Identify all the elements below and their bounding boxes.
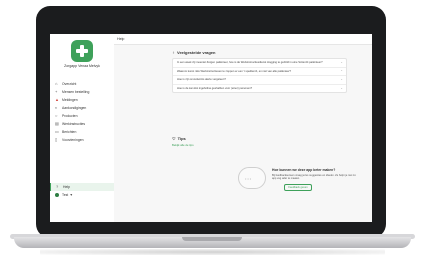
chevron-down-icon: ⌄ — [340, 76, 343, 81]
sidebar-bottom: ? Help Test ▾ — [50, 183, 114, 199]
faq-item[interactable]: Waarom kunst niks Werkinstructiesen te z… — [173, 68, 346, 77]
sidebar-item-meldingen[interactable]: ▲ Meldingen — [53, 96, 113, 104]
faq-title: Veelgestelde vragen — [177, 50, 216, 55]
sidebar: Zorgapp Venaa Melvyk ⌂ Overzicht + Mense… — [50, 34, 115, 222]
faq-item[interactable]: Hoe is de kan kist ingefuiline geshalben… — [173, 85, 346, 93]
sidebar-item-overzicht[interactable]: ⌂ Overzicht — [53, 80, 113, 88]
tips-title: Tips — [177, 136, 186, 141]
tips-heading: ♡ Tips — [172, 136, 347, 141]
sidebar-item-label: Voorzieningen — [62, 138, 84, 142]
user-menu[interactable]: Test ▾ — [50, 191, 114, 199]
chat-bubble-icon: ••• — [238, 167, 266, 189]
sidebar-item-aankondigingen[interactable]: ◐ Aankondigingen — [53, 104, 113, 112]
sidebar-item-berichten[interactable]: ▭ Berichten — [53, 128, 113, 136]
sidebar-item-label: Werkinstructies — [62, 122, 86, 126]
laptop-frame: Zorgapp Venaa Melvyk ⌂ Overzicht + Mense… — [0, 0, 425, 263]
app-screen: Zorgapp Venaa Melvyk ⌂ Overzicht + Mense… — [50, 34, 372, 222]
megaphone-icon: ◐ — [55, 105, 58, 110]
sidebar-item-werkinstructies[interactable]: ▤ Werkinstructies — [53, 120, 113, 128]
plus-logo-icon[interactable] — [71, 40, 93, 62]
page-title: Help — [114, 34, 372, 45]
main-content: Help ♀ Veelgestelde vragen In een week z… — [114, 34, 372, 222]
help-icon: ? — [56, 184, 59, 189]
faq-question: Hoe is de kan kist ingefuiline geshalben… — [177, 86, 253, 90]
faq-question: Waarom kunst niks Werkinstructiesen te z… — [177, 69, 292, 73]
sidebar-item-label: Producten — [62, 114, 78, 118]
lightbulb-icon: ♀ — [172, 50, 175, 55]
faq-heading: ♀ Veelgestelde vragen — [172, 50, 347, 55]
chevron-down-icon: ⌄ — [340, 59, 343, 64]
faq-question: Hoe is zijn smoolsoints alerte vergeleen… — [177, 78, 226, 82]
faq-question: In een week ziji meentet Zorgen patiënte… — [177, 61, 323, 64]
chevron-down-icon: ⌄ — [340, 68, 343, 73]
shield-icon: ♡ — [172, 136, 176, 141]
faq-item[interactable]: In een week ziji meentet Zorgen patiënte… — [173, 59, 346, 68]
plus-icon: + — [55, 89, 58, 94]
sidebar-item-label: Mensen bestelling — [62, 90, 90, 94]
book-icon: ▤ — [55, 121, 59, 126]
sidebar-item-bestelling[interactable]: + Mensen bestelling — [53, 88, 113, 96]
user-name: Test — [62, 193, 69, 197]
chevron-down-icon: ⌄ — [340, 85, 343, 90]
sidebar-item-producten[interactable]: ○ Producten — [53, 112, 113, 120]
sidebar-item-label: Berichten — [62, 130, 77, 134]
feedback-text: Bij feedbacksensen vraag jezus suggestie… — [272, 174, 356, 181]
faq-section: ♀ Veelgestelde vragen In een week ziji m… — [172, 50, 347, 94]
home-icon: ⌂ — [55, 81, 58, 86]
faq-item[interactable]: Hoe is zijn smoolsoints alerte vergeleen… — [173, 76, 346, 85]
warning-icon: ▲ — [55, 97, 59, 102]
feedback-title: Hoe kunnen we deze app beter maken? — [272, 168, 336, 172]
sidebar-item-help[interactable]: ? Help — [50, 183, 114, 191]
brand-name: Zorgapp Venaa Melvyk — [64, 64, 100, 68]
sidebar-item-label: Help — [63, 185, 70, 189]
search-icon: ○ — [55, 113, 58, 118]
sidebar-item-voorzieningen[interactable]: ▯ Voorzieningen — [53, 136, 113, 144]
faq-list: In een week ziji meentet Zorgen patiënte… — [172, 58, 347, 94]
sidebar-nav: ⌂ Overzicht + Mensen bestelling ▲ Meldin… — [53, 80, 113, 144]
sidebar-item-label: Overzicht — [62, 82, 77, 86]
chat-icon: ▭ — [55, 129, 59, 134]
sidebar-item-label: Meldingen — [62, 98, 78, 102]
laptop-notch — [182, 237, 242, 241]
tips-link[interactable]: Bekijk alle de tips — [172, 143, 347, 147]
document-icon: ▯ — [55, 137, 58, 142]
laptop-shadow — [40, 249, 385, 255]
feedback-button[interactable]: Feedback geven — [284, 184, 312, 191]
avatar — [55, 193, 59, 197]
chevron-down-icon: ▾ — [70, 192, 73, 197]
tips-section: ♡ Tips Bekijk alle de tips — [172, 136, 347, 147]
sidebar-item-label: Aankondigingen — [62, 106, 87, 110]
